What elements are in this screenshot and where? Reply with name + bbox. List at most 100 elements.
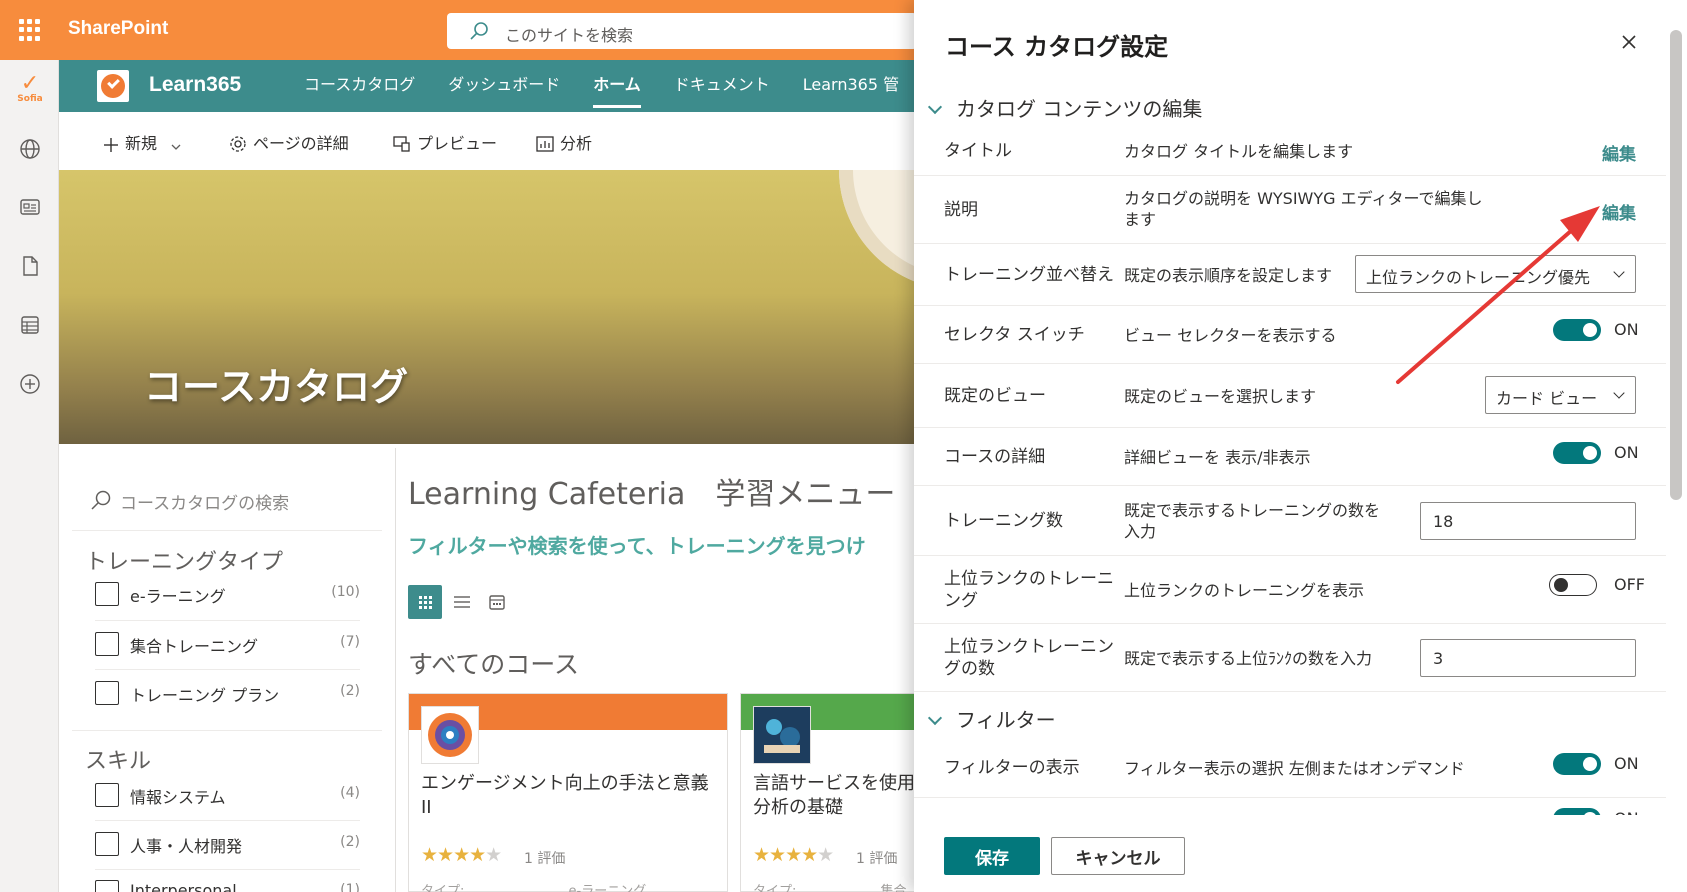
setting-row-course-details: コースの詳細 詳細ビューを 表示/非表示 ON: [914, 428, 1666, 486]
panel-title: コース カタログ設定: [945, 33, 1169, 61]
hero-cup-image: [839, 170, 919, 290]
checkbox[interactable]: [95, 880, 119, 892]
new-label: 新規: [125, 134, 158, 153]
save-button[interactable]: 保存: [944, 837, 1040, 875]
filter-item-elearning[interactable]: e-ラーニング (10): [95, 582, 360, 630]
filter-item-training-plan[interactable]: トレーニング プラン (2): [95, 681, 360, 729]
panel-scrollbar[interactable]: [1670, 30, 1682, 500]
list-view-button[interactable]: [445, 585, 479, 619]
nav-dashboard[interactable]: ダッシュボード: [448, 60, 560, 112]
site-nav: コースカタログ ダッシュボード ホーム ドキュメント Learn365 管: [304, 60, 932, 112]
setting-label: 説明: [944, 200, 978, 220]
course-title[interactable]: エンゲージメント向上の手法と意義 II: [421, 772, 721, 820]
catalog-settings-panel: コース カタログ設定 カタログ コンテンツの編集 タイトル カタログ タイトルを…: [914, 0, 1687, 892]
setting-label: セレクタ スイッチ: [944, 325, 1085, 345]
sofia-icon: ✓: [20, 71, 40, 96]
filter-section-skills: スキル: [85, 749, 152, 774]
new-button[interactable]: 新規: [103, 130, 188, 154]
course-thumbnail: [753, 706, 811, 764]
edit-description-link[interactable]: 編集: [1602, 199, 1636, 224]
globe-icon[interactable]: [19, 138, 41, 160]
nav-documents[interactable]: ドキュメント: [674, 60, 770, 112]
setting-label: 既定のビュー: [944, 386, 1046, 406]
course-card[interactable]: 言語サービスを使用分析の基礎 ★★★★★ 1 評価 タイプ: 集合: [740, 693, 920, 892]
learn365-logo[interactable]: [97, 70, 129, 102]
content-title: Learning Cafeteria 学習メニュー: [408, 477, 896, 512]
top-ranked-count-input[interactable]: 3: [1420, 639, 1636, 677]
setting-row-description: 説明 カタログの説明を WYSIWYG エディターで編集します 編集: [914, 176, 1666, 244]
setting-desc: 詳細ビューを 表示/非表示: [1124, 448, 1311, 467]
preview-button[interactable]: プレビュー: [393, 130, 497, 154]
default-view-dropdown[interactable]: カード ビュー: [1485, 376, 1636, 414]
setting-desc: カタログ タイトルを編集します: [1124, 142, 1354, 161]
course-type-label: タイプ:: [421, 884, 465, 892]
news-icon[interactable]: [19, 196, 41, 218]
file-icon[interactable]: [19, 255, 41, 277]
nav-course-catalog[interactable]: コースカタログ: [304, 60, 415, 112]
filter-label: トレーニング プラン: [130, 686, 280, 705]
setting-desc: ビュー セレクターを表示する: [1124, 326, 1337, 345]
toggle-state: ON: [1614, 320, 1639, 339]
filter-item-interpersonal[interactable]: Interpersonal (1): [95, 880, 360, 892]
setting-label: トレーニング並べ替え: [944, 265, 1114, 285]
setting-row-selector-switch: セレクタ スイッチ ビュー セレクターを表示する ON: [914, 306, 1666, 364]
setting-desc: 既定で表示する上位ﾗﾝｸの数を入力: [1124, 649, 1373, 668]
sofia-logo[interactable]: ✓ Sofia: [14, 71, 46, 108]
chevron-down-icon: [927, 99, 943, 115]
search-icon: [91, 490, 111, 510]
site-name[interactable]: Learn365: [149, 73, 241, 97]
content-subtitle: フィルターや検索を使って、トレーニングを見つけ: [408, 534, 866, 558]
checkbox[interactable]: [95, 632, 119, 656]
toggle-state: OFF: [1614, 575, 1645, 594]
partial-toggle[interactable]: [1553, 808, 1601, 815]
course-title[interactable]: 言語サービスを使用分析の基礎: [753, 772, 918, 820]
sort-order-dropdown[interactable]: 上位ランクのトレーニング優先: [1355, 255, 1636, 293]
filter-item-information-systems[interactable]: 情報システム (4): [95, 783, 360, 831]
divider: [95, 669, 360, 670]
app-name[interactable]: SharePoint: [68, 18, 168, 40]
course-details-toggle[interactable]: [1553, 442, 1601, 464]
checkbox[interactable]: [95, 832, 119, 856]
filter-item-classroom[interactable]: 集合トレーニング (7): [95, 632, 360, 680]
panel-footer: 保存 キャンセル: [914, 815, 1687, 892]
checkbox[interactable]: [95, 681, 119, 705]
setting-label: コースの詳細: [944, 447, 1046, 467]
course-thumbnail: [421, 706, 479, 764]
checkbox[interactable]: [95, 783, 119, 807]
list-icon: [454, 596, 470, 608]
checkbox[interactable]: [95, 582, 119, 606]
filter-count: (2): [340, 834, 360, 850]
course-card[interactable]: エンゲージメント向上の手法と意義 II ★★★★★ 1 評価 タイプ: e-ラー…: [408, 693, 728, 892]
search-icon: [470, 22, 488, 40]
analytics-button[interactable]: 分析: [536, 130, 592, 154]
preview-icon: [393, 136, 410, 152]
course-type-value: e-ラーニング: [568, 884, 647, 892]
grid-view-button[interactable]: [408, 585, 442, 619]
section-filter[interactable]: フィルター: [924, 704, 1056, 733]
filter-item-hr-development[interactable]: 人事・人材開発 (2): [95, 832, 360, 880]
selector-switch-toggle[interactable]: [1553, 319, 1601, 341]
cancel-button[interactable]: キャンセル: [1051, 837, 1185, 875]
page-details-button[interactable]: ページの詳細: [229, 130, 349, 154]
training-count-input[interactable]: 18: [1420, 502, 1636, 540]
app-launcher-icon[interactable]: [19, 19, 41, 41]
calendar-view-button[interactable]: [480, 585, 514, 619]
add-circle-icon[interactable]: [19, 373, 41, 395]
all-courses-heading: すべてのコース: [408, 650, 580, 679]
setting-row-default-view: 既定のビュー 既定のビューを選択します カード ビュー: [914, 364, 1666, 428]
close-icon[interactable]: [1617, 30, 1641, 54]
course-type: タイプ: 集合: [753, 880, 907, 892]
nav-home[interactable]: ホーム: [593, 63, 641, 108]
nav-learn365-admin[interactable]: Learn365 管: [803, 60, 899, 112]
catalog-search-input[interactable]: コースカタログの検索: [88, 484, 378, 514]
edit-title-link[interactable]: 編集: [1602, 140, 1636, 165]
top-ranked-toggle[interactable]: [1549, 574, 1597, 596]
dropdown-value: カード ビュー: [1496, 389, 1598, 408]
page-details-label: ページの詳細: [253, 134, 349, 153]
list-icon[interactable]: [19, 314, 41, 336]
filter-display-toggle[interactable]: [1553, 753, 1601, 775]
site-search-box[interactable]: このサイトを検索: [447, 13, 917, 49]
section-catalog-content[interactable]: カタログ コンテンツの編集: [924, 93, 1202, 122]
setting-desc: フィルター表示の選択 左側またはオンデマンド: [1124, 759, 1465, 778]
setting-label: トレーニング数: [944, 511, 1063, 531]
